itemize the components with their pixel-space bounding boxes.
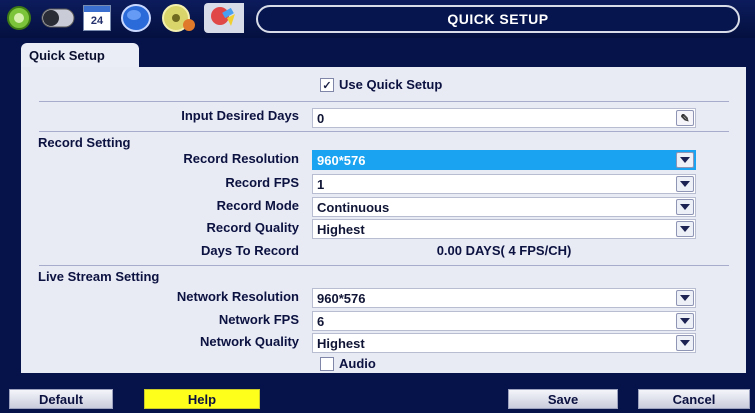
- network-fps-label: Network FPS: [218, 312, 299, 327]
- record-mode-label: Record Mode: [216, 198, 299, 213]
- disk-icon[interactable]: [158, 3, 198, 33]
- gear-icon[interactable]: [4, 3, 34, 33]
- network-fps-select[interactable]: 6: [312, 311, 696, 331]
- audio-label: Audio: [339, 356, 376, 371]
- record-fps-label: Record FPS: [225, 175, 299, 190]
- calendar-icon[interactable]: 24: [80, 3, 114, 33]
- record-quality-label: Record Quality: [206, 220, 299, 235]
- live-stream-setting-heading: Live Stream Setting: [38, 269, 160, 284]
- chevron-down-icon[interactable]: [676, 199, 694, 215]
- network-globe-icon[interactable]: [118, 3, 154, 33]
- chevron-down-icon[interactable]: [676, 152, 694, 168]
- days-to-record-label: Days To Record: [200, 243, 299, 258]
- settings-panel: ✓ Use Quick Setup Input Desired Days 0 ✎…: [21, 67, 746, 373]
- default-button[interactable]: Default: [9, 389, 113, 409]
- divider: [39, 131, 729, 132]
- chevron-down-icon[interactable]: [676, 176, 694, 192]
- network-quality-select[interactable]: Highest: [312, 333, 696, 353]
- calendar-day: 24: [90, 15, 104, 27]
- record-mode-select[interactable]: Continuous: [312, 197, 696, 217]
- chevron-down-icon[interactable]: [676, 221, 694, 237]
- input-desired-days-field[interactable]: 0: [312, 108, 696, 128]
- record-resolution-select[interactable]: 960*576: [312, 150, 696, 170]
- chevron-down-icon[interactable]: [676, 290, 694, 306]
- network-resolution-select[interactable]: 960*576: [312, 288, 696, 308]
- network-quality-label: Network Quality: [200, 334, 299, 349]
- toggle-icon[interactable]: [40, 3, 76, 33]
- network-resolution-label: Network Resolution: [176, 289, 299, 304]
- chevron-down-icon[interactable]: [676, 313, 694, 329]
- divider: [39, 265, 729, 266]
- days-to-record-value: 0.00 DAYS( 4 FPS/CH): [436, 243, 572, 258]
- audio-checkbox[interactable]: [320, 357, 334, 371]
- top-menu-bar: 24 QUICK SETUP: [0, 0, 755, 38]
- tab-quick-setup[interactable]: Quick Setup: [21, 43, 139, 68]
- tools-icon[interactable]: [204, 3, 244, 33]
- record-resolution-label: Record Resolution: [183, 151, 299, 166]
- use-quick-setup-label: Use Quick Setup: [339, 77, 443, 92]
- save-button[interactable]: Save: [508, 389, 618, 409]
- input-desired-days-label: Input Desired Days: [181, 108, 299, 123]
- page-title: QUICK SETUP: [256, 5, 740, 33]
- use-quick-setup-checkbox[interactable]: ✓: [320, 78, 334, 92]
- edit-pencil-icon[interactable]: ✎: [676, 110, 694, 126]
- chevron-down-icon[interactable]: [676, 335, 694, 351]
- cancel-button[interactable]: Cancel: [638, 389, 750, 409]
- record-quality-select[interactable]: Highest: [312, 219, 696, 239]
- help-button[interactable]: Help: [144, 389, 260, 409]
- record-setting-heading: Record Setting: [38, 135, 131, 150]
- record-fps-select[interactable]: 1: [312, 174, 696, 194]
- divider: [39, 101, 729, 102]
